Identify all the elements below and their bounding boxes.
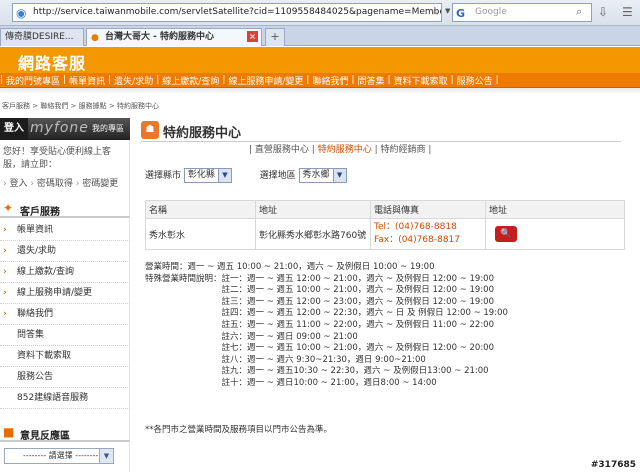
tab-favicon-icon: ● — [91, 33, 99, 43]
chevron-down-icon: ▼ — [217, 169, 231, 182]
feedback-header: ■ 意見反應區 — [0, 424, 130, 442]
nav-shadow — [0, 88, 640, 94]
tab-label: 台灣大哥大 - 特約服務中心 — [105, 32, 215, 42]
table-header-row: 名稱 地址 電話與傳真 地址 — [145, 200, 625, 219]
map-cell: 🔍 — [485, 218, 625, 250]
business-hours: 營業時間：週一 ~ 週五 10:00 ~ 21:00，週六 ~ 及例假日 10:… — [145, 262, 508, 388]
tab-direct-centers[interactable]: 直營服務中心 — [255, 145, 309, 155]
myfone-logo: myfone — [30, 120, 89, 136]
change-password-link[interactable]: 密碼變更 — [82, 179, 118, 189]
nav-item-lost[interactable]: 遺失/求助 — [111, 74, 156, 87]
chevron-down-icon: ▼ — [332, 169, 346, 182]
plus-icon: + — [270, 30, 280, 43]
page-title: 特約服務中心 — [163, 126, 242, 141]
table-row: 秀水彰水 彰化縣秀水鄉彰水路760號 Tel：(04)768-8818 Fax：… — [145, 218, 625, 250]
sidebar-item-lost[interactable]: 遺失/求助 — [0, 241, 130, 262]
nav-item-my-number[interactable]: 我的門號專區 — [3, 74, 63, 87]
dropdown-arrow-icon[interactable]: ▼ — [445, 7, 450, 15]
watermark: #317685 — [590, 460, 636, 470]
nav-item-faq[interactable]: 問答集 — [355, 74, 388, 87]
col-name: 名稱 — [145, 200, 256, 219]
sidebar-item-download[interactable]: 資料下載索取 — [0, 346, 130, 367]
main-content: ☗ 特約服務中心 | 直營服務中心 | 特約服務中心 | 特約經銷商 | 選擇縣… — [131, 118, 640, 472]
filter-row: 選擇縣市 彰化縣 ▼ 選擇地區 秀水鄉 ▼ — [145, 168, 347, 183]
area-value: 秀水鄉 — [302, 170, 330, 180]
col-map: 地址 — [485, 200, 625, 219]
sidebar-item-contact[interactable]: 聯絡我們 — [0, 304, 130, 325]
account-links: › 登入 › 密碼取得 › 密碼變更 — [3, 179, 119, 189]
col-address: 地址 — [255, 200, 371, 219]
get-password-link[interactable]: 密碼取得 — [37, 179, 73, 189]
search-placeholder: Google — [475, 7, 507, 17]
tab-desire[interactable]: 傳奇膜DESIRE... — [0, 28, 84, 46]
sidebar: 登入 myfone 我的專區 您好！享受貼心便利線上客服，請立即： › 登入 ›… — [0, 118, 130, 472]
sidebar-item-payment[interactable]: 線上繳款/查詢 — [0, 262, 130, 283]
feedback-select-value: -------- 請選擇 -------- — [23, 451, 99, 460]
site-title: 網路客服 — [18, 54, 87, 73]
service-menu: 帳單資訊 遺失/求助 線上繳款/查詢 線上服務申請/變更 聯絡我們 問答集 資料… — [0, 220, 130, 409]
page-title-bar: ☗ 特約服務中心 — [141, 120, 621, 142]
login-button[interactable]: 登入 — [0, 118, 28, 140]
store-tel: Tel：(04)768-8818 — [374, 222, 457, 232]
county-label: 選擇縣市 — [145, 171, 182, 181]
store-fax: Fax：(04)768-8817 — [374, 235, 460, 245]
login-link[interactable]: 登入 — [9, 179, 27, 189]
my-zone-link[interactable]: 我的專區 — [92, 123, 124, 134]
tab-taiwanmobile[interactable]: ● 台灣大哥大 - 特約服務中心 × — [86, 28, 262, 46]
map-search-button[interactable]: 🔍 — [495, 226, 517, 242]
tab-dealers[interactable]: 特約經銷商 — [380, 145, 425, 155]
nav-item-payment[interactable]: 線上繳款/查詢 — [159, 74, 222, 87]
area-select[interactable]: 秀水鄉 ▼ — [298, 168, 347, 183]
county-select[interactable]: 彰化縣 ▼ — [183, 168, 232, 183]
area-label: 選擇地區 — [259, 171, 296, 181]
sidebar-item-bill[interactable]: 帳單資訊 — [0, 220, 130, 241]
footnote: **各門市之營業時間及服務項目以門市公告為準。 — [145, 425, 333, 435]
tab-strip: 傳奇膜DESIRE... ● 台灣大哥大 - 特約服務中心 × + — [0, 26, 640, 46]
login-bar: 登入 myfone 我的專區 — [0, 118, 130, 140]
address-bar[interactable]: ◉ http://service.taiwanmobile.com/servle… — [12, 3, 442, 22]
shop-icon: ☗ — [141, 121, 159, 139]
service-icon: ✦ — [3, 201, 14, 215]
breadcrumb: 客戶服務 > 聯絡我們 > 服務據點 > 特約服務中心 — [2, 102, 159, 110]
nav-item-download[interactable]: 資料下載索取 — [391, 74, 451, 87]
subtabs: | 直營服務中心 | 特約服務中心 | 特約經銷商 | — [249, 145, 432, 155]
feedback-select[interactable]: -------- 請選擇 -------- ▼ — [4, 448, 114, 464]
search-input[interactable]: G Google — [452, 3, 592, 22]
customer-service-header: ✦ 客戶服務 — [0, 200, 130, 218]
store-name: 秀水彰水 — [145, 218, 256, 250]
google-icon: G — [456, 7, 466, 20]
welcome-text: 您好！享受貼心便利線上客服，請立即： — [3, 147, 112, 170]
county-value: 彰化縣 — [187, 170, 215, 180]
store-address: 彰化縣秀水鄉彰水路760號 — [255, 218, 371, 250]
sidebar-item-faq[interactable]: 問答集 — [0, 325, 130, 346]
section-title: 客戶服務 — [20, 207, 60, 218]
nav-item-bill[interactable]: 帳單資訊 — [66, 74, 108, 87]
tab-label: 傳奇膜DESIRE... — [5, 32, 74, 42]
top-nav: | 我的門號專區 | 帳單資訊 | 遺失/求助 | 線上繳款/查詢 | 線上服務申請/變… — [0, 73, 640, 88]
store-phone: Tel：(04)768-8818 Fax：(04)768-8817 — [370, 218, 486, 250]
download-icon[interactable]: ⇩ — [598, 5, 608, 19]
url-text: http://service.taiwanmobile.com/servletS… — [33, 7, 441, 17]
menu-icon[interactable]: ☰ — [622, 5, 633, 19]
store-table: 名稱 地址 電話與傳真 地址 秀水彰水 彰化縣秀水鄉彰水路760號 Tel：(0… — [145, 200, 625, 250]
tab-partner-centers[interactable]: 特約服務中心 — [318, 145, 372, 155]
sidebar-item-voice-service[interactable]: 852建線語音服務 — [0, 388, 130, 409]
nav-item-service-apply[interactable]: 線上服務申請/變更 — [225, 74, 306, 87]
close-tab-icon[interactable]: × — [247, 31, 258, 42]
page-favicon-icon: ◉ — [16, 6, 27, 20]
feedback-icon: ■ — [3, 425, 15, 439]
nav-item-contact[interactable]: 聯絡我們 — [309, 74, 351, 87]
feedback-title: 意見反應區 — [20, 431, 70, 442]
sidebar-item-announcements[interactable]: 服務公告 — [0, 367, 130, 388]
browser-toolbar: ◉ http://service.taiwanmobile.com/servle… — [0, 0, 640, 26]
nav-item-announcements[interactable]: 服務公告 — [454, 74, 496, 87]
search-icon[interactable]: ⌕ — [576, 5, 582, 19]
chevron-down-icon: ▼ — [99, 449, 113, 463]
bookmark-star-icon[interactable]: ☆ — [430, 5, 440, 18]
new-tab-button[interactable]: + — [265, 28, 285, 46]
site-header: 網路客服 — [0, 47, 640, 73]
col-phone: 電話與傳真 — [370, 200, 486, 219]
sidebar-item-service-apply[interactable]: 線上服務申請/變更 — [0, 283, 130, 304]
